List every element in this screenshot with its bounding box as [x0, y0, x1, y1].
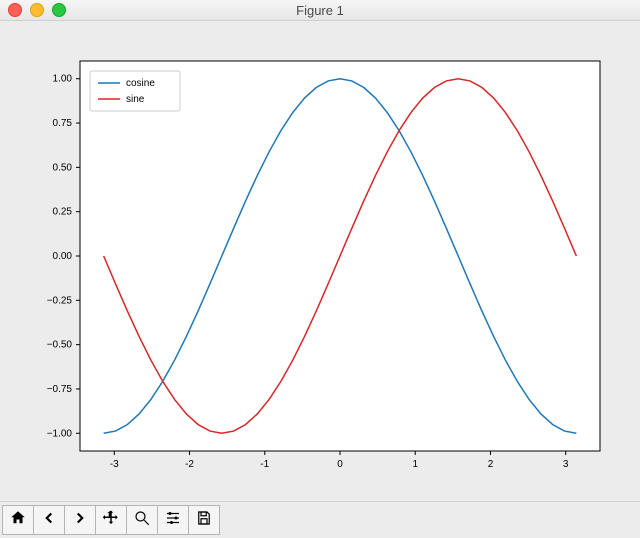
- x-tick-label: -3: [110, 459, 119, 470]
- home-icon: [9, 509, 27, 532]
- arrow-left-icon: [40, 509, 58, 532]
- x-tick-label: 0: [337, 459, 343, 470]
- legend-label: cosine: [126, 78, 155, 89]
- pan-button[interactable]: [95, 505, 127, 535]
- y-tick-label: 0.75: [53, 118, 73, 129]
- y-tick-label: 0.00: [53, 251, 73, 262]
- y-axis: −1.00 −0.75 −0.50 −0.25 0.00 0.25 0.50 0.75 1.00: [47, 74, 80, 440]
- home-button[interactable]: [2, 505, 34, 535]
- x-tick-label: -2: [185, 459, 194, 470]
- configure-button[interactable]: [157, 505, 189, 535]
- zoom-button[interactable]: [126, 505, 158, 535]
- x-tick-label: -1: [260, 459, 269, 470]
- window-title: Figure 1: [0, 3, 640, 18]
- forward-button[interactable]: [64, 505, 96, 535]
- chart: -3 -2 -1 0 1 2 3 −1.00 −0.75 −0.50 −0.25 0.00 0.25 0.…: [0, 21, 640, 501]
- app-window: Figure 1 -3 -2 -1 0 1 2 3 −1.00 −0.75 −0.50 −0.25 0…: [0, 0, 640, 538]
- x-tick-label: 1: [412, 459, 418, 470]
- matplotlib-toolbar: [0, 501, 640, 538]
- back-button[interactable]: [33, 505, 65, 535]
- y-tick-label: −1.00: [47, 429, 73, 440]
- legend: cosine sine: [90, 71, 180, 111]
- y-tick-label: −0.50: [47, 340, 73, 351]
- y-tick-label: −0.75: [47, 384, 73, 395]
- save-button[interactable]: [188, 505, 220, 535]
- magnifier-icon: [133, 509, 151, 532]
- x-tick-label: 3: [563, 459, 569, 470]
- arrow-right-icon: [71, 509, 89, 532]
- sliders-icon: [164, 509, 182, 532]
- x-tick-label: 2: [488, 459, 494, 470]
- y-tick-label: 1.00: [53, 74, 73, 85]
- x-axis: -3 -2 -1 0 1 2 3: [110, 451, 569, 470]
- titlebar: Figure 1: [0, 0, 640, 21]
- legend-label: sine: [126, 94, 145, 105]
- move-icon: [102, 509, 120, 532]
- figure-canvas[interactable]: -3 -2 -1 0 1 2 3 −1.00 −0.75 −0.50 −0.25 0.00 0.25 0.…: [0, 21, 640, 501]
- y-tick-label: 0.25: [53, 207, 73, 218]
- y-tick-label: 0.50: [53, 163, 73, 174]
- y-tick-label: −0.25: [47, 296, 73, 307]
- floppy-disk-icon: [195, 509, 213, 532]
